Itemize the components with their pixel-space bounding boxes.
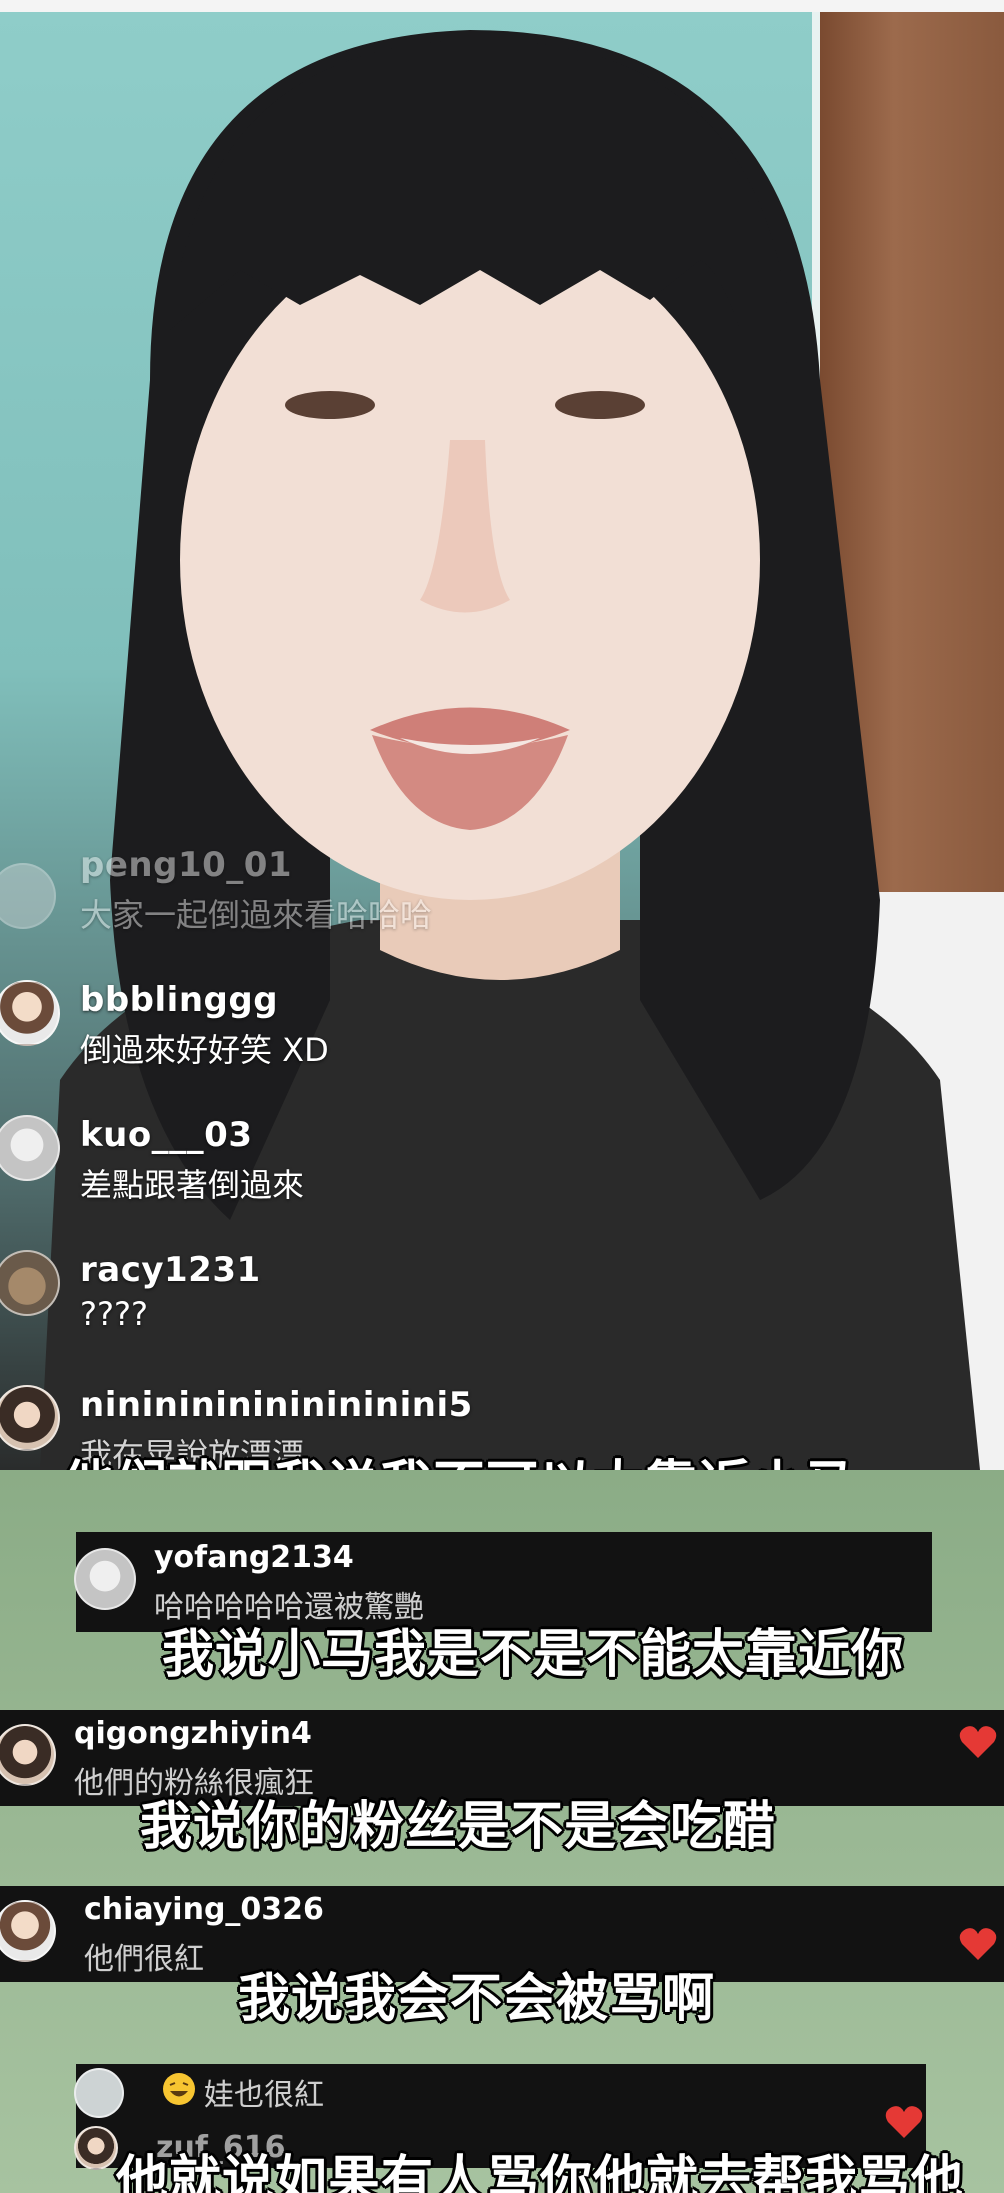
comment-text: 他們很紅 [84,1942,204,1977]
avatar [0,1900,56,1962]
avatar [0,1250,60,1316]
heart-icon [885,2106,923,2138]
avatar [0,980,60,1046]
comment-username: bbblinggg [80,980,279,1020]
subtitle-line: 我说你的粉丝是不是会吃醋 [140,1797,777,1857]
comment-item: bbblinggg 倒過來好好笑 XD [0,980,700,1090]
comment-text: 差點跟著倒過來 [80,1166,305,1204]
avatar [74,2068,124,2118]
laughing-emoji-icon [163,2073,195,2105]
comment-text: ???? [80,1295,148,1333]
avatar [0,863,56,929]
comment-username: qigongzhiyin4 [74,1716,312,1751]
comment-text: 大家一起倒過來看哈哈哈 [80,896,433,934]
avatar [0,1385,60,1451]
comment-item: kuo___03 差點跟著倒過來 [0,1115,700,1225]
comment-username: racy1231 [80,1250,261,1290]
avatar [0,1115,60,1181]
heart-icon [959,1726,997,1758]
livestream-screenshot: peng10_01 大家一起倒過來看哈哈哈 bbblinggg 倒過來好好笑 X… [0,0,1004,2193]
avatar [74,1548,136,1610]
subtitle-line: 他就说如果有人骂你他就去帮我骂他 [116,2151,965,2193]
comment-text: 倒過來好好笑 XD [80,1031,329,1069]
heart-icon [959,1928,997,1960]
comment-item: peng10_01 大家一起倒過來看哈哈哈 [0,845,700,955]
subtitle-line: 我说小马我是不是不能太靠近你 [162,1625,905,1685]
comment-text: 娃也很紅 [204,2078,324,2113]
comment-username: nininininininininini5 [80,1385,473,1425]
comment-username: chiaying_0326 [84,1892,324,1927]
video-feed: peng10_01 大家一起倒過來看哈哈哈 bbblinggg 倒過來好好笑 X… [0,0,1004,1470]
comment-username: kuo___03 [80,1115,253,1155]
comment-username: yofang2134 [154,1540,354,1575]
subtitle-line: 我说我会不会被骂啊 [238,1969,716,2029]
avatar [0,1724,56,1786]
comment-username: peng10_01 [80,845,293,885]
avatar [74,2126,118,2170]
comment-item: racy1231 ???? [0,1250,700,1360]
